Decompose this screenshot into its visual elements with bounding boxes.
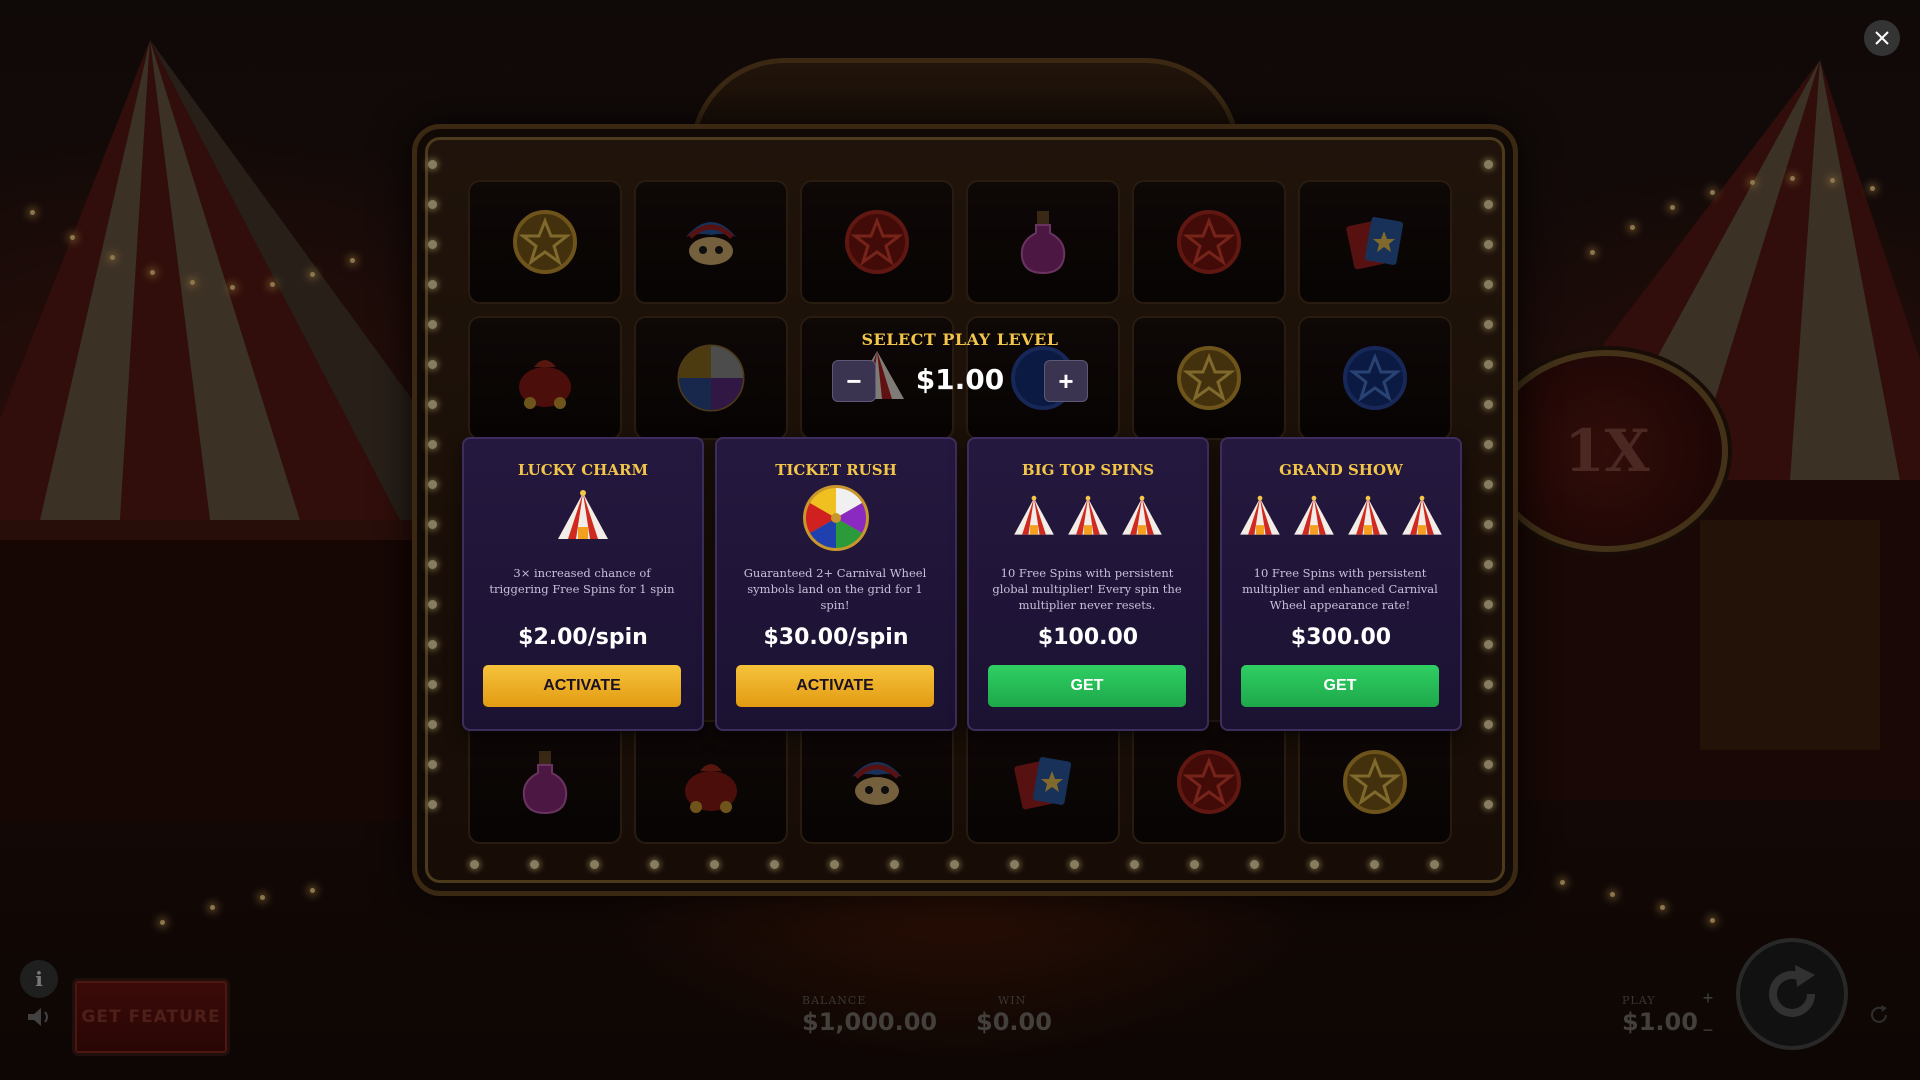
carnival-wheel-icon (803, 485, 869, 551)
card-title: LUCKY CHARM (517, 461, 649, 479)
card-title: TICKET RUSH (775, 461, 897, 479)
activate-button[interactable]: ACTIVATE (736, 665, 934, 707)
get-button[interactable]: GET (1241, 665, 1439, 707)
circus-tent-icon (1348, 495, 1388, 535)
card-title: BIG TOP SPINS (1021, 461, 1155, 479)
card-icons (717, 485, 955, 551)
card-icons (464, 489, 702, 547)
modal-dim-overlay (0, 0, 1920, 1080)
circus-tent-icon (1068, 495, 1108, 535)
circus-tent-icon (1122, 495, 1162, 535)
circus-tent-icon (1014, 495, 1054, 535)
activate-button[interactable]: ACTIVATE (483, 665, 681, 707)
circus-tent-icon (558, 490, 608, 539)
get-button[interactable]: GET (988, 665, 1186, 707)
close-icon (1875, 31, 1889, 45)
card-icons (1222, 489, 1460, 547)
card-price: $30.00/spin (763, 625, 909, 650)
play-level-decrease-button[interactable]: − (832, 360, 876, 402)
circus-tent-icon (1240, 495, 1280, 535)
feature-card-ticket-rush: TICKET RUSH Guaranteed 2+ Carnival Wheel… (715, 437, 957, 731)
feature-card-big-top-spins: BIG TOP SPINS 10 Free Spins with persist… (967, 437, 1209, 731)
close-button[interactable] (1864, 20, 1900, 56)
card-price: $100.00 (1037, 625, 1139, 650)
play-level-increase-button[interactable]: + (1044, 360, 1088, 402)
circus-tent-icon (1294, 495, 1334, 535)
card-description: 10 Free Spins with persistent global mul… (992, 566, 1182, 612)
feature-card-lucky-charm: LUCKY CHARM 3× increased chance of trigg… (462, 437, 704, 731)
card-price: $2.00/spin (518, 625, 648, 650)
card-description: Guaranteed 2+ Carnival Wheel symbols lan… (743, 566, 927, 612)
play-level-value: $1.00 (915, 363, 1005, 396)
card-description: 3× increased chance of triggering Free S… (489, 566, 675, 596)
circus-tent-icon (1402, 495, 1442, 535)
select-play-level-title: SELECT PLAY LEVEL (861, 330, 1059, 349)
feature-card-grand-show: GRAND SHOW 10 Free Spins with persistent… (1220, 437, 1462, 731)
card-icons (969, 489, 1207, 547)
card-price: $300.00 (1290, 625, 1392, 650)
card-title: GRAND SHOW (1279, 461, 1403, 479)
card-description: 10 Free Spins with persistent multiplier… (1242, 566, 1438, 612)
